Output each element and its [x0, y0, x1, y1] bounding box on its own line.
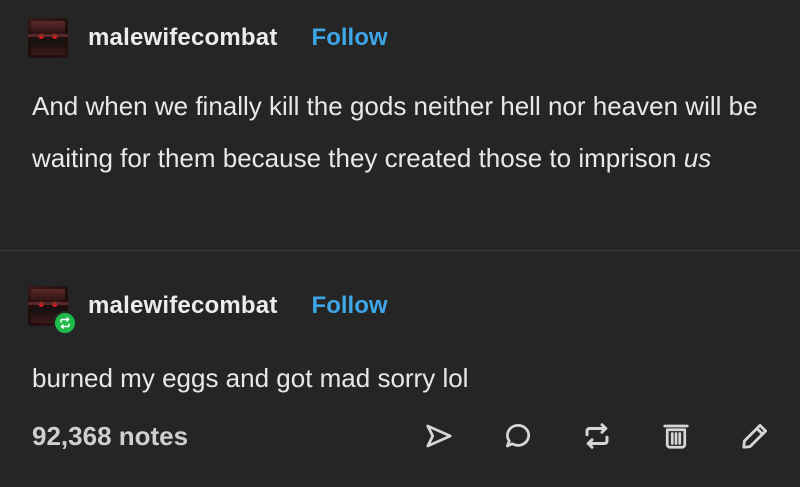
username[interactable]: malewifecombat [88, 292, 278, 320]
post-body-text: And when we finally kill the gods neithe… [32, 91, 758, 173]
username[interactable]: malewifecombat [88, 24, 278, 52]
follow-button[interactable]: Follow [312, 24, 388, 52]
post-body-emphasis: us [683, 143, 712, 173]
post-body: And when we finally kill the gods neithe… [32, 80, 772, 184]
reply-icon[interactable] [501, 419, 535, 453]
avatar[interactable] [28, 18, 68, 58]
avatar-stripe [28, 302, 68, 305]
post-header: malewifecombat Follow [28, 18, 388, 58]
reblog-badge-icon [53, 311, 77, 335]
post-actions [377, 419, 772, 453]
avatar-stripe [28, 34, 68, 37]
original-post: malewifecombat Follow And when we finall… [0, 0, 800, 250]
post-footer: 92,368 notes [32, 416, 772, 456]
delete-icon[interactable] [659, 419, 693, 453]
share-icon[interactable] [422, 419, 456, 453]
reblog-post: malewifecombat Follow burned my eggs and… [0, 251, 800, 487]
post-body-text: burned my eggs and got mad sorry lol [32, 363, 469, 393]
post-header: malewifecombat Follow [28, 286, 388, 335]
notes-count[interactable]: 92,368 notes [32, 421, 377, 452]
avatar-image [31, 21, 65, 55]
avatar[interactable] [28, 286, 77, 335]
post-body: burned my eggs and got mad sorry lol [32, 352, 772, 404]
edit-icon[interactable] [738, 419, 772, 453]
follow-button[interactable]: Follow [312, 292, 388, 320]
reblog-icon[interactable] [580, 419, 614, 453]
